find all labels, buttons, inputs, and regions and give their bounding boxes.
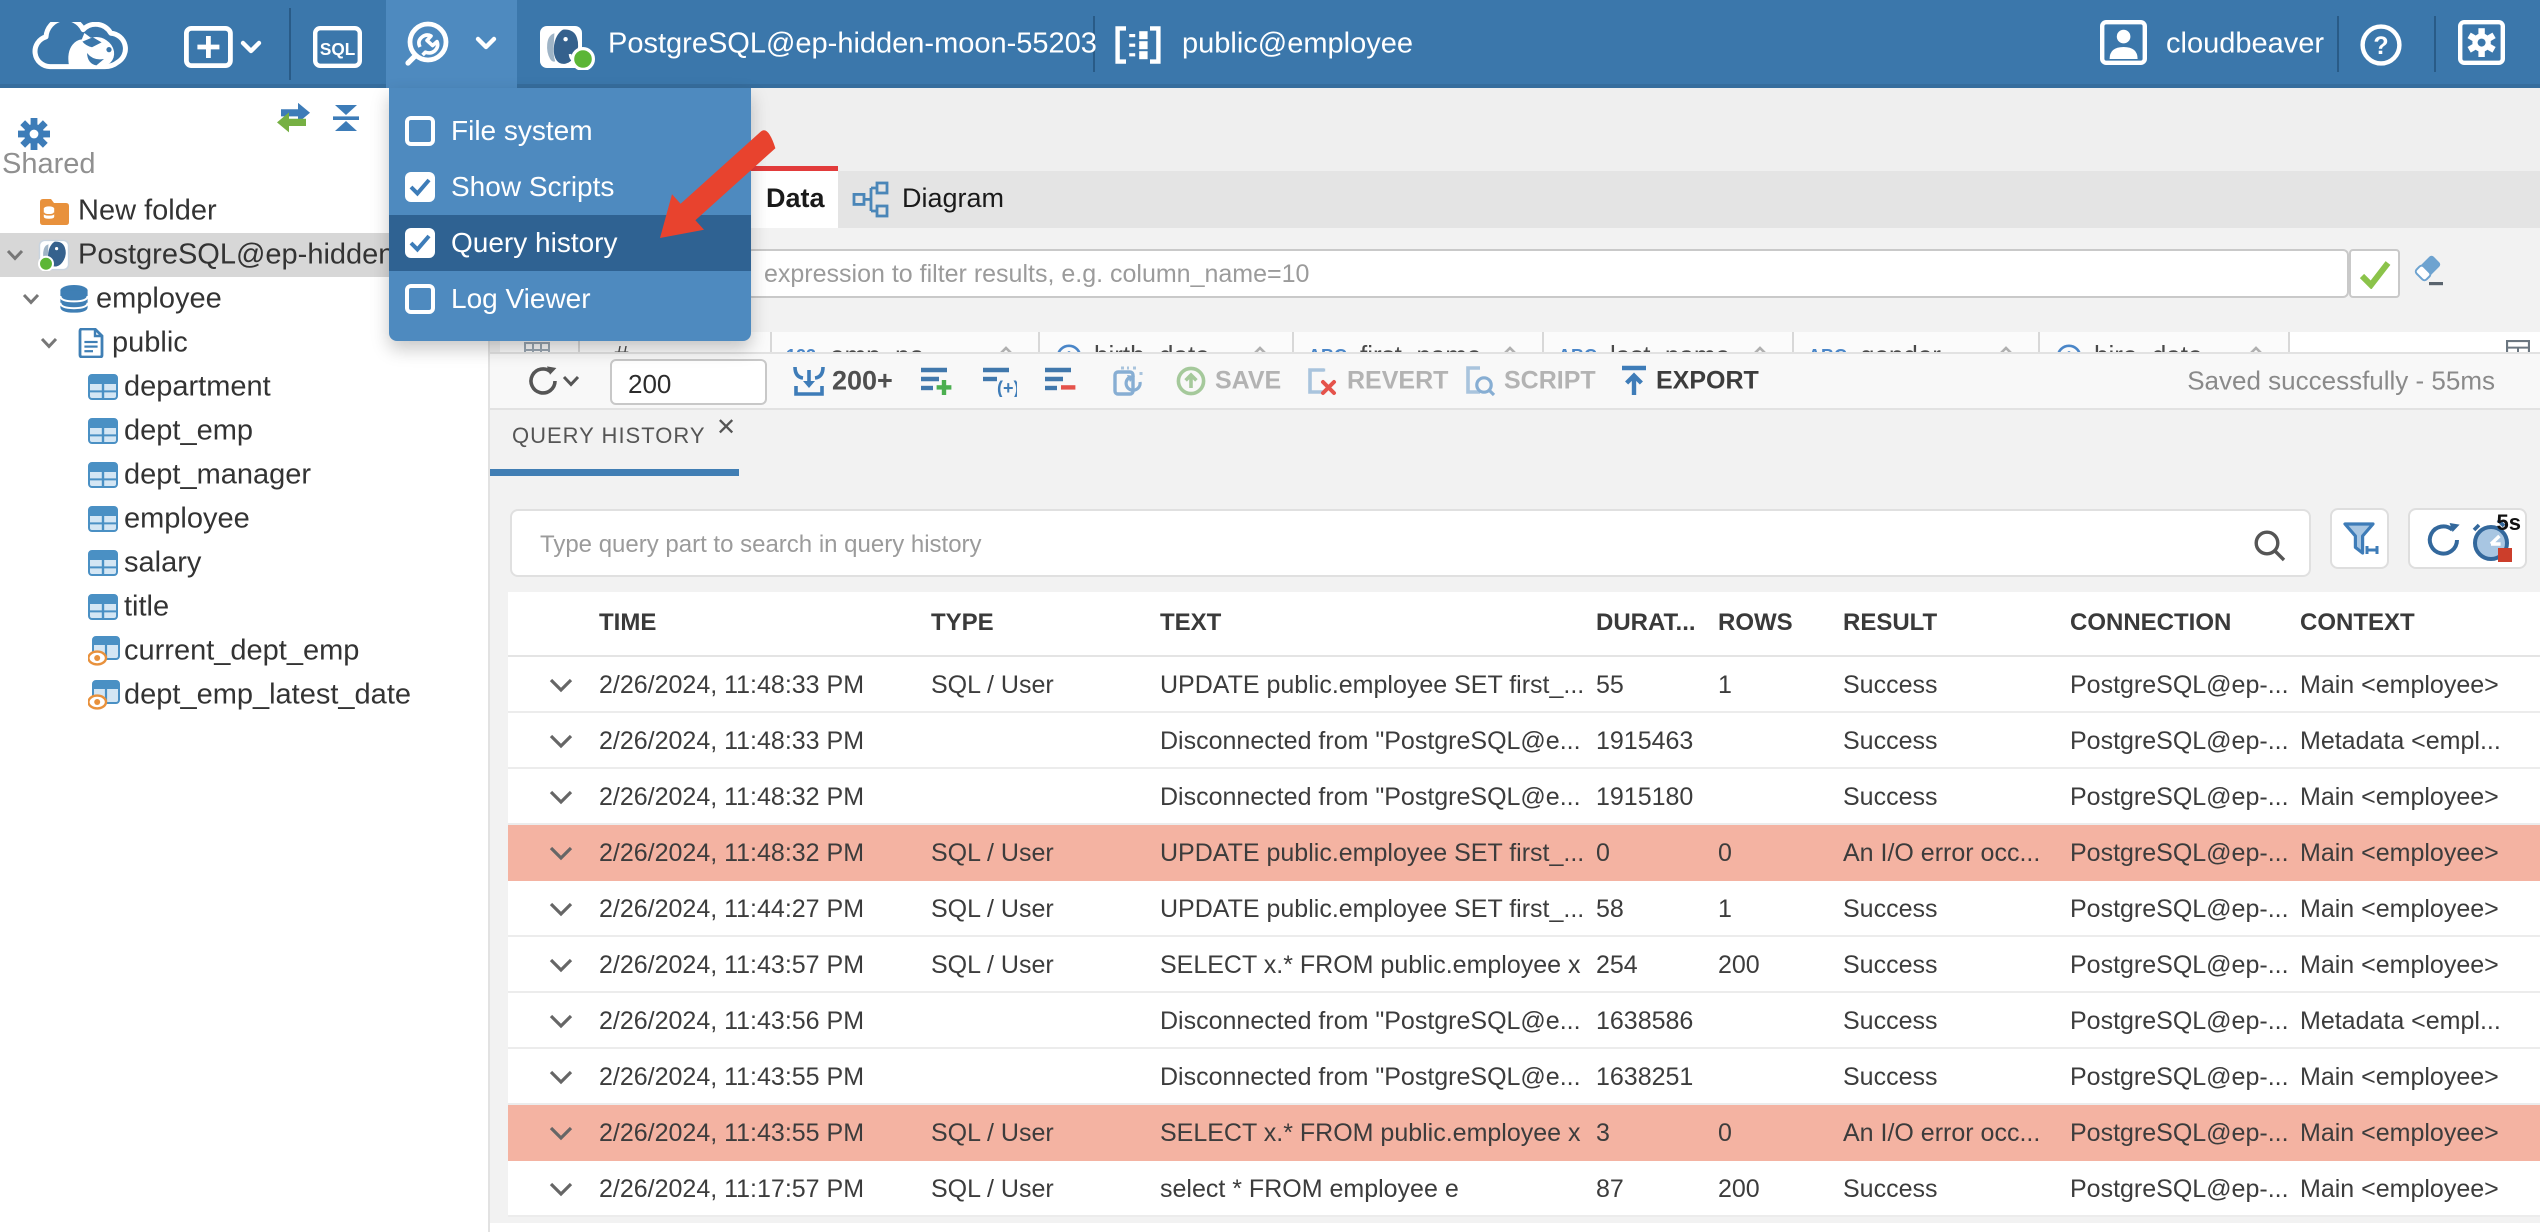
svg-text:SQL: SQL: [320, 39, 355, 59]
svg-text:(+): (+): [997, 378, 1017, 397]
svg-text:?: ?: [2373, 32, 2388, 60]
